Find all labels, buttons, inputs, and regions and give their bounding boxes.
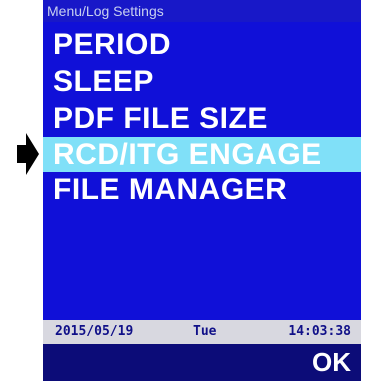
device-display-figure: Menu/Log Settings PERIOD SLEEP PDF FILE …: [0, 0, 366, 381]
device-screen: Menu/Log Settings PERIOD SLEEP PDF FILE …: [43, 0, 361, 381]
menu-item-rcd-itg-engage[interactable]: RCD/ITG ENGAGE: [43, 137, 361, 172]
status-day: Tue: [193, 324, 217, 339]
ok-button[interactable]: OK: [312, 344, 351, 381]
menu-item-pdf-file-size[interactable]: PDF FILE SIZE: [43, 101, 361, 136]
menu-item-period[interactable]: PERIOD: [43, 27, 361, 62]
menu-item-sleep[interactable]: SLEEP: [43, 64, 361, 99]
status-bar: 2015/05/19 Tue 14:03:38: [43, 320, 361, 344]
right-arrow-icon: [17, 133, 39, 175]
softkey-bar: OK: [43, 344, 361, 381]
screen-title: Menu/Log Settings: [43, 0, 361, 22]
menu-item-file-manager[interactable]: FILE MANAGER: [43, 172, 361, 207]
status-date: 2015/05/19: [55, 324, 134, 339]
status-time: 14:03:38: [288, 324, 351, 339]
